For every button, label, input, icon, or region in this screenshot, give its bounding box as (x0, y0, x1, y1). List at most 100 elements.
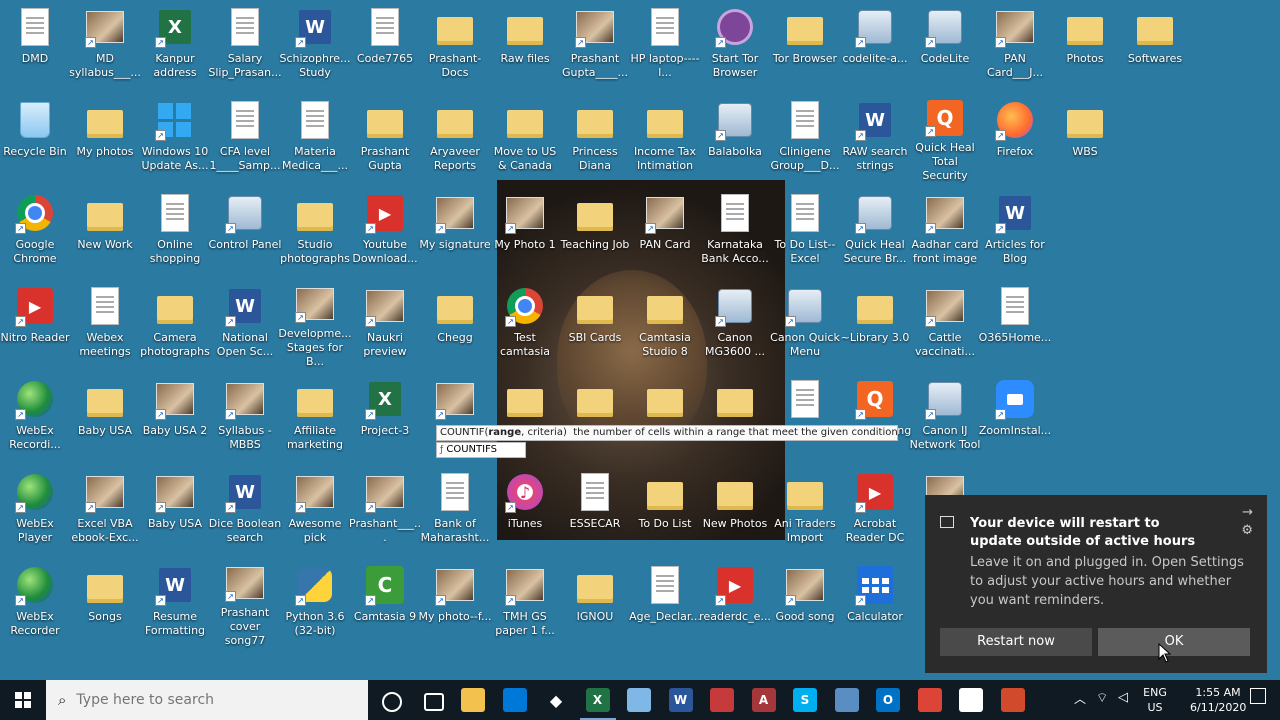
desktop-icon[interactable]: ↗ Windows 10 Update As... (140, 93, 210, 183)
desktop-icon[interactable]: O365Home... (979, 279, 1051, 369)
desktop-icon[interactable]: W ↗ National Open Sc... (210, 279, 280, 369)
desktop-icon[interactable]: ESSECAR (560, 465, 630, 555)
desktop-icon[interactable]: ↗ Canon Quick Menu (770, 279, 840, 369)
desktop-icon[interactable]: DMD (0, 0, 70, 90)
desktop-icon[interactable]: ↗ My Photo 1 (490, 186, 560, 276)
desktop-icon[interactable]: ↗ CodeLite (910, 0, 980, 90)
desktop-icon[interactable]: ▶ ↗ Acrobat Reader DC (840, 465, 910, 555)
desktop-icon[interactable]: ↗ Naukri preview (350, 279, 420, 369)
access-icon[interactable]: A (751, 688, 776, 712)
desktop-icon[interactable]: ↗ Start Tor Browser (700, 0, 770, 90)
pc-icon[interactable] (834, 688, 859, 712)
desktop-icon[interactable] (560, 372, 630, 462)
desktop-icon[interactable]: ↗ Prashant___... (349, 465, 421, 555)
desktop-icon[interactable]: ~Library 3.0 (840, 279, 910, 369)
desktop-icon[interactable]: Princess Diana (560, 93, 630, 183)
desktop-icon[interactable]: ↗ TMH GS paper 1 f... (490, 558, 560, 648)
desktop-icon[interactable]: Baby USA (70, 372, 140, 462)
desktop-icon[interactable]: New Photos (700, 465, 770, 555)
desktop-icon[interactable]: Aryaveer Reports (420, 93, 490, 183)
desktop-icon[interactable]: Photos (1050, 0, 1120, 90)
desktop-icon[interactable]: ▶ ↗ Youtube Download... (350, 186, 420, 276)
desktop-icon[interactable]: X ↗ Kanpur address (140, 0, 210, 90)
snipping-icon[interactable] (710, 688, 734, 712)
desktop-icon[interactable]: SBI Cards (560, 279, 630, 369)
doc-icon[interactable] (959, 688, 983, 712)
desktop-icon[interactable]: ↗ Prashant Gupta____... (560, 0, 630, 90)
desktop-icon[interactable]: Prashant-Docs (420, 0, 490, 90)
desktop-icon[interactable]: tutorial PDF (770, 372, 840, 462)
desktop-icon[interactable]: ↗ Developme... Stages for B... (278, 279, 352, 369)
desktop-icon[interactable]: W ↗ RAW search strings (840, 93, 910, 183)
desktop-icon[interactable]: ↗ Good song (770, 558, 840, 648)
desktop-icon[interactable]: ↗ Google Chrome (0, 186, 70, 276)
desktop-icon[interactable]: New Work (70, 186, 140, 276)
language-indicator[interactable]: ENG US (1140, 685, 1170, 715)
desktop-icon[interactable]: W ↗ Dice Boolean search (209, 465, 281, 555)
desktop-icon[interactable]: W ↗ Articles for Blog (980, 186, 1050, 276)
desktop-icon[interactable]: ↗ MD syllabus___... (69, 0, 141, 90)
desktop-icon[interactable]: ↗ Quick Heal Secure Br... (840, 186, 910, 276)
volume-icon[interactable]: ◁ (1118, 690, 1128, 705)
desktop-icon[interactable]: ↗ My signature (419, 186, 491, 276)
search-input[interactable] (74, 691, 339, 709)
desktop-icon[interactable]: CFA level 1____Samp... (210, 93, 280, 183)
desktop-icon[interactable]: W ↗ Schizophre... Study (279, 0, 351, 90)
desktop-icon[interactable]: ↗ Canon MG3600 ... (700, 279, 770, 369)
show-hidden-icons[interactable]: ︿ (1074, 690, 1086, 707)
desktop-icon[interactable]: Clinigene Group___D... (770, 93, 840, 183)
desktop-icon[interactable]: Webex meetings (70, 279, 140, 369)
expand-arrow-icon[interactable]: → (1242, 505, 1253, 520)
desktop-icon[interactable]: Bank of Maharasht... (420, 465, 490, 555)
desktop-icon[interactable]: Karnataka Bank Acco... (700, 186, 770, 276)
camtasia-icon[interactable] (1000, 688, 1025, 712)
desktop-icon[interactable]: ↗ Test camtasia (490, 279, 560, 369)
desktop-icon[interactable]: Tor Browser (770, 0, 840, 90)
excel-autocomplete-item[interactable]: ƒ COUNTIFS (436, 442, 526, 458)
desktop-icon[interactable]: ↗ Baby USA (140, 465, 210, 555)
desktop-icon[interactable]: ↗ Aadhar card front image (910, 186, 980, 276)
desktop-icon[interactable]: ↗ ZoomInstal... (979, 372, 1051, 462)
desktop-icon[interactable]: WBS (1050, 93, 1120, 183)
network-icon[interactable]: ⌔ (1096, 690, 1108, 706)
excel-icon[interactable]: X (585, 688, 610, 712)
desktop-icon[interactable]: Age_Declar... (629, 558, 701, 648)
desktop-icon[interactable]: ↗ Awesome pick (280, 465, 350, 555)
desktop-icon[interactable]: Salary Slip_Prasan... (208, 0, 282, 90)
desktop-icon[interactable]: ↗ Control Panel (209, 186, 281, 276)
desktop-icon[interactable]: Studio photographs (280, 186, 350, 276)
desktop-icon[interactable]: C ↗ Camtasia 9 (350, 558, 420, 648)
chrome-icon[interactable] (917, 688, 942, 712)
desktop-icon[interactable]: ↗ codelite-a... (840, 0, 910, 90)
desktop-icon[interactable]: ↗ Syllabus - MBBS (210, 372, 280, 462)
notepad-icon[interactable] (627, 688, 651, 712)
desktop-icon[interactable]: ▶ ↗ readerdc_e... (699, 558, 771, 648)
desktop-icon[interactable]: Online shopping (140, 186, 210, 276)
desktop-icon[interactable]: To Do List (630, 465, 700, 555)
desktop-icon[interactable] (630, 372, 700, 462)
desktop-icon[interactable]: ↗ Canon IJ Network Tool (910, 372, 980, 462)
desktop-icon[interactable]: Raw files (490, 0, 560, 90)
desktop-icon[interactable]: ↗ Cattle vaccinati... (910, 279, 980, 369)
desktop-icon[interactable]: Ani Traders Import (770, 465, 840, 555)
ok-button[interactable]: OK (1098, 628, 1250, 656)
task-view-icon[interactable] (423, 693, 444, 711)
desktop-icon[interactable]: ↗ WebEx Recordi... (0, 372, 70, 462)
desktop-icon[interactable]: Softwares (1120, 0, 1190, 90)
start-button[interactable] (0, 680, 46, 720)
skype-icon[interactable]: S (793, 688, 817, 712)
desktop-icon[interactable]: IGNOU (560, 558, 630, 648)
desktop-icon[interactable]: Code7765 (350, 0, 420, 90)
desktop-icon[interactable]: To Do List--Excel (770, 186, 840, 276)
desktop-icon[interactable]: ↗ PAN Card___J... (980, 0, 1050, 90)
restart-now-button[interactable]: Restart now (940, 628, 1092, 656)
desktop-icon[interactable]: Chegg (420, 279, 490, 369)
store-icon[interactable] (502, 688, 527, 712)
desktop-icon[interactable]: Camtasia Studio 8 (630, 279, 700, 369)
desktop-icon[interactable]: My photos (70, 93, 140, 183)
desktop-icon[interactable]: ↗ PAN Card (630, 186, 700, 276)
clock[interactable]: 1:55 AM 6/11/2020 (1190, 685, 1246, 715)
desktop-icon[interactable]: Income Tax Intimation (630, 93, 700, 183)
desktop-icon[interactable]: HP laptop----l... (630, 0, 700, 90)
desktop-icon[interactable]: Move to US & Canada (490, 93, 560, 183)
